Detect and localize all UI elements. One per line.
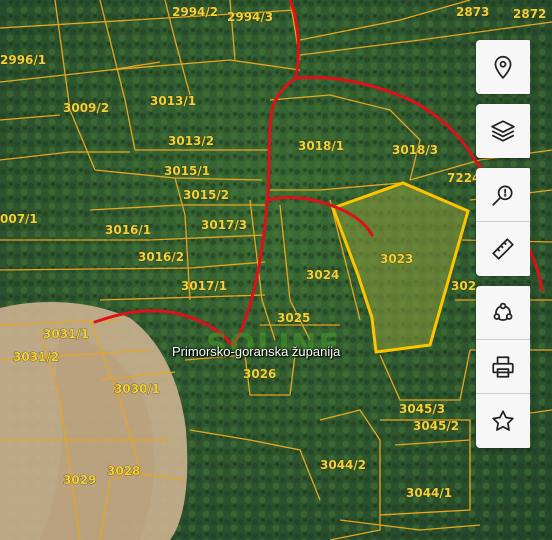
measure-button[interactable] <box>476 222 530 276</box>
parcel-label[interactable]: 3045/2 <box>413 419 460 434</box>
location-button[interactable] <box>476 40 530 94</box>
parcel-label[interactable]: 3025 <box>277 311 311 326</box>
parcel-label[interactable]: 3045/3 <box>399 402 446 417</box>
map-pin-icon <box>494 55 512 79</box>
parcel-label[interactable]: 3013/1 <box>150 94 197 109</box>
star-icon <box>492 410 514 431</box>
parcel-label[interactable]: 3016/1 <box>105 223 152 238</box>
zoom-search-icon <box>492 184 513 206</box>
location-group <box>476 40 532 94</box>
parcel-label[interactable]: 3024 <box>306 268 340 283</box>
parcel-label[interactable]: 3031/1 <box>43 327 90 342</box>
parcel-label[interactable]: 3026 <box>243 367 277 382</box>
parcel-label[interactable]: 007/1 <box>0 212 38 227</box>
parcel-label[interactable]: 3016/2 <box>138 250 185 265</box>
layers-icon <box>491 120 515 142</box>
parcel-label[interactable]: 3015/1 <box>164 164 211 179</box>
parcel-label[interactable]: 3015/2 <box>183 188 230 203</box>
parcel-label[interactable]: 302 <box>451 279 477 294</box>
print-button[interactable] <box>476 340 530 394</box>
search-measure-group <box>476 168 532 276</box>
ruler-icon <box>492 238 514 260</box>
layers-group <box>476 104 532 158</box>
layers-button[interactable] <box>476 104 530 158</box>
actions-group <box>476 286 532 448</box>
parcel-label[interactable]: 3031/2 <box>13 350 60 365</box>
parcel-label[interactable]: 3017/3 <box>201 218 248 233</box>
parcel-label[interactable]: 3018/3 <box>392 143 439 158</box>
parcel-label[interactable]: 3013/2 <box>168 134 215 149</box>
printer-icon <box>492 355 514 378</box>
parcel-label[interactable]: 3023 <box>380 252 414 267</box>
parcel-label[interactable]: 3017/1 <box>181 279 228 294</box>
parcel-label[interactable]: 2872 <box>513 7 547 22</box>
map-toolbar <box>476 40 532 458</box>
region-label: Primorsko-goranska županija <box>172 344 341 359</box>
parcel-label[interactable]: 3009/2 <box>63 101 110 116</box>
parcel-label[interactable]: 2996/1 <box>0 53 46 68</box>
parcel-label[interactable]: 3028 <box>107 464 141 479</box>
zoom-search-button[interactable] <box>476 168 530 222</box>
cadastral-map[interactable]: 2994/2 2994/3 2873 2872 2996/1 3009/2 30… <box>0 0 552 540</box>
parcel-label[interactable]: 2994/2 <box>172 5 219 20</box>
share-icon <box>493 302 513 321</box>
favorite-button[interactable] <box>476 394 530 448</box>
parcel-label[interactable]: 3029 <box>63 473 97 488</box>
parcel-label[interactable]: 3030/1 <box>114 382 161 397</box>
share-button[interactable] <box>476 286 530 340</box>
parcel-label[interactable]: 3018/1 <box>298 139 345 154</box>
parcel-label[interactable]: 3044/2 <box>320 458 367 473</box>
parcel-label[interactable]: 2873 <box>456 5 490 20</box>
parcel-label[interactable]: 2994/3 <box>227 10 274 25</box>
parcel-label[interactable]: 3044/1 <box>406 486 453 501</box>
